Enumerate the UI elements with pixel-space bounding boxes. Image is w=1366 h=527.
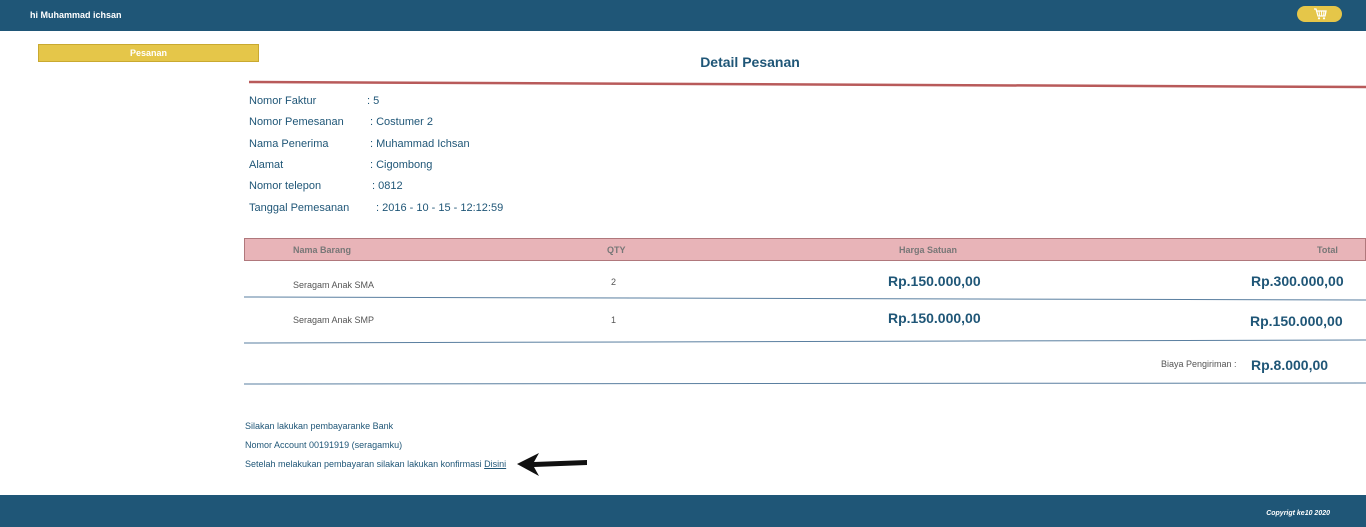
- shipping-cost-value: Rp.8.000,00: [1251, 357, 1329, 373]
- cart-icon: [1313, 8, 1327, 20]
- info-label-invoice: Nomor Faktur: [249, 95, 317, 107]
- table-row-2-total: Rp.150.000,00: [1250, 313, 1343, 329]
- payment-instruction-bank: Silakan lakukan pembayaranke Bank: [245, 421, 394, 431]
- user-greeting: hi Muhammad ichsan: [30, 10, 122, 20]
- payment-confirmation-prefix: Setelah melakukan pembayaran silakan lak…: [245, 459, 485, 469]
- table-row-1-qty: 2: [611, 277, 617, 287]
- table-row-1-item-name: Seragam Anak SMA: [293, 280, 375, 290]
- info-label-customer: Nomor Pemesanan: [249, 116, 344, 128]
- copyright-text: Copyrigt ke10 2020: [1266, 510, 1330, 517]
- column-header-item-name: Nama Barang: [293, 245, 352, 255]
- table-row-1-unit-price: Rp.150.000,00: [888, 273, 981, 289]
- info-label-address: Alamat: [249, 159, 284, 171]
- sidebar-orders-button[interactable]: Pesanan: [38, 44, 259, 62]
- info-value-invoice: : 5: [367, 95, 380, 107]
- column-header-qty: QTY: [607, 245, 626, 255]
- row-divider: [244, 339, 1366, 344]
- shipping-cost-label: Biaya Pengiriman :: [1161, 359, 1237, 369]
- page-title: Detail Pesanan: [700, 54, 800, 70]
- arrow-left-icon: [517, 453, 587, 476]
- cart-button[interactable]: [1297, 6, 1342, 22]
- table-row-2-item-name: Seragam Anak SMP: [293, 315, 375, 325]
- payment-account-number: Nomor Account 00191919 (seragamku): [245, 440, 403, 450]
- info-value-recipient: : Muhammad Ichsan: [370, 138, 470, 150]
- info-label-order-date: Tanggal Pemesanan: [249, 202, 350, 214]
- confirm-payment-link[interactable]: Disini: [484, 459, 506, 469]
- column-header-total: Total: [1317, 245, 1338, 255]
- row-divider: [244, 296, 1366, 301]
- info-label-phone: Nomor telepon: [249, 180, 322, 192]
- table-row-2-qty: 1: [611, 315, 617, 325]
- payment-confirmation-text: Setelah melakukan pembayaran silakan lak…: [245, 459, 506, 469]
- info-label-recipient: Nama Penerima: [249, 138, 329, 150]
- info-value-phone: : 0812: [372, 180, 403, 192]
- title-divider: [249, 80, 1366, 89]
- info-value-order-date: : 2016 - 10 - 15 - 12:12:59: [376, 202, 504, 214]
- top-navbar: hi Muhammad ichsan: [0, 0, 1366, 31]
- table-row-1-total: Rp.300.000,00: [1251, 273, 1344, 289]
- table-header: Nama Barang QTY Harga Satuan Total: [244, 238, 1366, 261]
- column-header-unit-price: Harga Satuan: [899, 245, 958, 255]
- row-divider: [244, 382, 1366, 385]
- info-value-address: : Cigombong: [370, 159, 433, 171]
- table-row-2-unit-price: Rp.150.000,00: [888, 310, 981, 326]
- info-value-customer: : Costumer 2: [370, 116, 433, 128]
- footer: Copyrigt ke10 2020: [0, 495, 1366, 527]
